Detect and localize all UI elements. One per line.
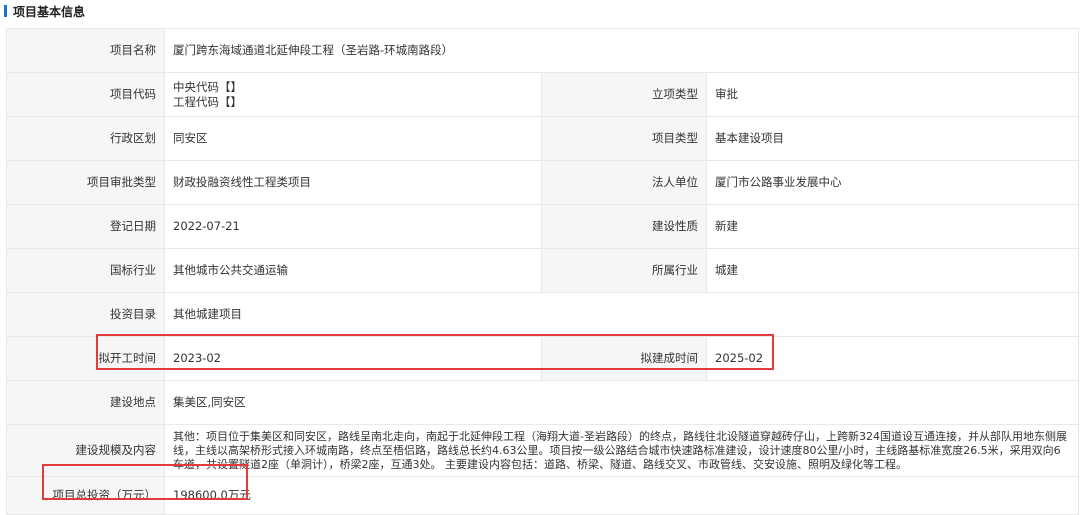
section-title: 项目基本信息 (13, 4, 86, 19)
admin-region-label: 行政区划 (6, 116, 165, 161)
scale-value: 其他：项目位于集美区和同安区，路线呈南北走向，南起于北延伸段工程（海翔大道-圣岩… (163, 424, 1080, 477)
national-industry-value: 其他城市公共交通运输 (164, 248, 542, 293)
location-label: 建设地点 (6, 380, 165, 425)
project-info-table: 项目名称 厦门跨东海域通道北延伸段工程（圣岩路-环城南路段） 项目代码 中央代码… (6, 28, 1080, 515)
reg-date-value: 2022-07-21 (164, 204, 542, 249)
table-row: 项目总投资（万元） 198600.0万元 (6, 476, 1080, 515)
build-nature-value: 新建 (705, 204, 1080, 249)
project-type-label: 项目类型 (541, 116, 707, 161)
project-name-value: 厦门跨东海域通道北延伸段工程（圣岩路-环城南路段） (163, 28, 1080, 73)
table-row: 国标行业 其他城市公共交通运输 所属行业 城建 (6, 248, 1080, 293)
central-code: 中央代码【】 (173, 79, 242, 94)
project-type-value: 基本建设项目 (705, 116, 1080, 161)
table-row: 项目名称 厦门跨东海域通道北延伸段工程（圣岩路-环城南路段） (6, 28, 1080, 73)
project-name-label: 项目名称 (6, 28, 165, 73)
total-investment-value: 198600.0万元 (163, 476, 1080, 515)
investment-catalog-label: 投资目录 (6, 292, 165, 337)
table-row: 建设规模及内容 其他：项目位于集美区和同安区，路线呈南北走向，南起于北延伸段工程… (6, 424, 1080, 477)
reg-date-label: 登记日期 (6, 204, 165, 249)
industry-label: 所属行业 (541, 248, 707, 293)
national-industry-label: 国标行业 (6, 248, 165, 293)
planned-start-label: 拟开工时间 (6, 336, 165, 381)
review-type-value: 财政投融资线性工程类项目 (164, 160, 542, 205)
build-nature-label: 建设性质 (541, 204, 707, 249)
approval-type-label: 立项类型 (541, 72, 707, 117)
planned-start-value: 2023-02 (164, 336, 542, 381)
review-type-label: 项目审批类型 (6, 160, 165, 205)
table-row: 项目审批类型 财政投融资线性工程类项目 法人单位 厦门市公路事业发展中心 (6, 160, 1080, 205)
table-row: 投资目录 其他城建项目 (6, 292, 1080, 337)
planned-finish-label: 拟建成时间 (541, 336, 707, 381)
approval-type-value: 审批 (705, 72, 1080, 117)
table-row: 拟开工时间 2023-02 拟建成时间 2025-02 (6, 336, 1080, 381)
total-investment-label: 项目总投资（万元） (6, 476, 165, 515)
location-value: 集美区,同安区 (163, 380, 1080, 425)
admin-region-value: 同安区 (164, 116, 542, 161)
section-header: 项目基本信息 (4, 2, 85, 20)
table-row: 行政区划 同安区 项目类型 基本建设项目 (6, 116, 1080, 161)
legal-entity-label: 法人单位 (541, 160, 707, 205)
project-code-label: 项目代码 (6, 72, 165, 117)
engineering-code: 工程代码【】 (173, 94, 242, 109)
table-row: 建设地点 集美区,同安区 (6, 380, 1080, 425)
planned-finish-value: 2025-02 (705, 336, 1080, 381)
section-accent-bar (4, 5, 7, 17)
scale-label: 建设规模及内容 (6, 424, 165, 477)
project-code-value: 中央代码【】 工程代码【】 (164, 72, 542, 117)
industry-value: 城建 (705, 248, 1080, 293)
table-row: 登记日期 2022-07-21 建设性质 新建 (6, 204, 1080, 249)
legal-entity-value: 厦门市公路事业发展中心 (705, 160, 1080, 205)
investment-catalog-value: 其他城建项目 (163, 292, 1080, 337)
table-row: 项目代码 中央代码【】 工程代码【】 立项类型 审批 (6, 72, 1080, 117)
